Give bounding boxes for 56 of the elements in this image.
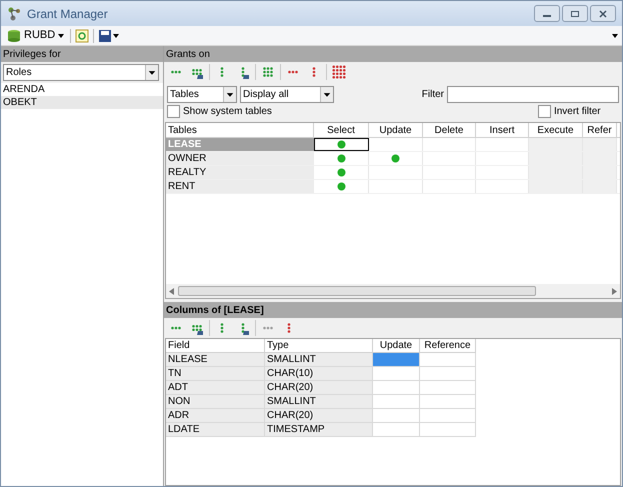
column-header[interactable]: Select <box>314 123 369 137</box>
object-type-combo[interactable]: Tables <box>167 86 237 103</box>
table-cell: TIMESTAMP <box>265 423 373 437</box>
database-icon <box>7 28 21 42</box>
table-cell: CHAR(10) <box>265 367 373 381</box>
column-header[interactable]: Execute <box>529 123 583 137</box>
column-header[interactable]: Update <box>369 123 423 137</box>
list-item[interactable]: OBEKT <box>1 96 163 109</box>
panel-header: Grants on <box>164 46 622 62</box>
table-cell: ADT <box>166 381 265 395</box>
table-cell: SMALLINT <box>265 395 373 409</box>
dots-grid-icon[interactable] <box>330 63 348 81</box>
checkbox-label: Invert filter <box>554 104 601 118</box>
column-header[interactable]: Insert <box>476 123 529 137</box>
filter-label: Filter <box>422 88 444 102</box>
table-cell: CHAR(20) <box>265 381 373 395</box>
filter-field[interactable] <box>447 86 619 103</box>
table-cell: SMALLINT <box>265 353 373 367</box>
role-type-combo[interactable]: Roles <box>3 64 159 81</box>
scroll-right-icon[interactable] <box>612 288 617 294</box>
grant-dot-icon <box>336 154 346 163</box>
display-combo[interactable]: Display all <box>240 86 334 103</box>
checkbox[interactable] <box>538 104 551 118</box>
table-cell: NON <box>166 395 265 409</box>
grant-dot-icon <box>337 140 346 149</box>
table-cell: NLEASE <box>166 353 265 367</box>
table-cell: TN <box>166 367 265 381</box>
grant-dot-icon <box>391 154 400 163</box>
grant-cell[interactable] <box>314 138 369 151</box>
nodes-icon <box>7 6 23 22</box>
scroll-left-icon[interactable] <box>169 288 174 294</box>
overflow-arrow-icon[interactable] <box>612 32 618 38</box>
minimize-icon[interactable] <box>534 5 560 22</box>
column-header[interactable]: Refer <box>583 123 617 137</box>
maximize-icon[interactable] <box>562 5 588 22</box>
table-cell: ADR <box>166 409 265 423</box>
checkbox[interactable] <box>167 104 180 118</box>
checkbox-label: Show system tables <box>183 104 272 118</box>
window-title: Grant Manager <box>27 6 108 22</box>
close-icon[interactable] <box>590 5 616 22</box>
panel-header: Privileges for <box>1 46 163 62</box>
column-header[interactable]: Tables <box>166 123 314 137</box>
caret-icon <box>58 32 64 38</box>
table-row-header[interactable]: RENT <box>166 180 314 193</box>
table-row-header[interactable]: OWNER <box>166 152 314 165</box>
column-header[interactable]: Delete <box>423 123 476 137</box>
table-row-header[interactable]: REALTY <box>166 166 314 179</box>
panel-header: Columns of [LEASE] <box>164 302 622 318</box>
horizontal-scrollbar[interactable] <box>166 284 620 298</box>
grant-dot-icon <box>336 182 346 191</box>
refresh-icon[interactable] <box>75 28 90 42</box>
save-icon[interactable] <box>98 28 120 42</box>
table-cell: LDATE <box>166 423 265 437</box>
database-button[interactable]: RUBD <box>5 27 66 44</box>
table-cell: CHAR(20) <box>265 409 373 423</box>
grant-dot-icon <box>336 168 346 177</box>
